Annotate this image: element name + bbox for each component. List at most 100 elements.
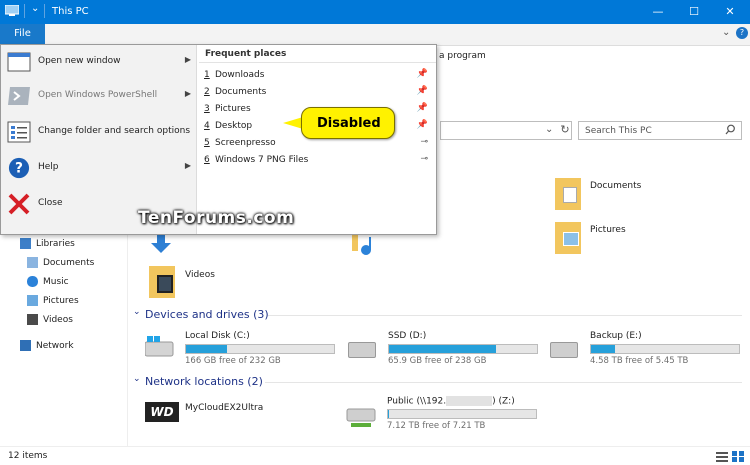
picture-thumb-icon — [563, 232, 579, 246]
search-icon[interactable] — [725, 124, 736, 135]
ribbon-partial-label[interactable]: a program — [439, 51, 486, 61]
callout-text: Disabled — [317, 116, 381, 131]
frequent-label: Windows 7 PNG Files — [215, 155, 309, 165]
title-divider-2 — [44, 4, 45, 18]
window-title: This PC — [52, 6, 89, 17]
pinned-icon[interactable]: 📌 — [417, 120, 428, 130]
folder-label: Documents — [590, 181, 642, 191]
drive-usage-bar — [387, 409, 537, 419]
frequent-number: 3 — [204, 104, 210, 114]
drive-usage-fill — [186, 345, 228, 353]
item-count: 12 items — [8, 451, 48, 461]
ribbon-expand-icon[interactable]: ⌄ — [722, 27, 730, 38]
maximize-button[interactable]: ☐ — [676, 0, 712, 24]
network-location-name: Public (\\192.) (Z:) — [387, 396, 515, 407]
file-menu: Open new window ▶ Open Windows PowerShel… — [0, 44, 437, 235]
frequent-item[interactable]: 2 Documents 📌 — [204, 84, 434, 101]
drive-usage-bar — [590, 344, 740, 354]
unpinned-icon[interactable]: ⊸ — [420, 154, 428, 164]
drive-e[interactable]: Backup (E:) 4.58 TB free of 5.45 TB — [550, 328, 745, 368]
drive-c[interactable]: Local Disk (C:) 166 GB free of 232 GB — [144, 328, 340, 368]
address-dropdown-icon[interactable]: ⌄ — [545, 124, 553, 135]
powershell-icon — [8, 87, 30, 105]
redacted-ip — [446, 396, 493, 406]
frequent-number: 5 — [204, 138, 210, 148]
minimize-button[interactable]: — — [640, 0, 676, 24]
nav-label: Music — [43, 277, 69, 287]
window-icon — [7, 52, 31, 72]
devices-divider — [268, 315, 742, 316]
network-icon — [20, 340, 31, 351]
frequent-item[interactable]: 6 Windows 7 PNG Files ⊸ — [204, 152, 434, 169]
frequent-label: Screenpresso — [215, 138, 276, 148]
drive-d[interactable]: SSD (D:) 65.9 GB free of 238 GB — [348, 328, 543, 368]
file-tab[interactable]: File — [0, 24, 45, 44]
this-pc-icon[interactable] — [5, 5, 19, 17]
drive-usage-bar — [388, 344, 538, 354]
libraries-icon — [20, 238, 31, 249]
callout-pointer — [283, 117, 303, 129]
frequent-label: Pictures — [215, 104, 251, 114]
refresh-button[interactable]: ↻ — [556, 121, 574, 140]
network-location-mycloud[interactable]: WD MyCloudEX2Ultra — [145, 398, 325, 428]
wd-logo-icon: WD — [145, 402, 179, 422]
documents-icon — [27, 257, 38, 268]
pinned-icon[interactable]: 📌 — [417, 86, 428, 96]
submenu-arrow-icon: ▶ — [184, 55, 191, 64]
network-location-name: MyCloudEX2Ultra — [185, 403, 264, 413]
quick-access-dropdown[interactable]: ⌄ — [31, 3, 39, 14]
menu-open-new-window[interactable]: Open new window ▶ — [1, 45, 197, 79]
search-input[interactable]: Search This PC — [578, 121, 742, 140]
large-icons-view-icon[interactable] — [732, 451, 744, 462]
drive-name: Backup (E:) — [590, 331, 642, 341]
watermark: TenForums.com — [138, 208, 295, 228]
help-icon: ? — [8, 157, 30, 179]
pictures-icon — [27, 295, 38, 306]
file-menu-commands: Open new window ▶ Open Windows PowerShel… — [1, 45, 197, 234]
submenu-arrow-icon: ▶ — [184, 89, 191, 98]
music-icon — [27, 276, 38, 287]
drive-name: Local Disk (C:) — [185, 331, 250, 341]
drive-usage-fill — [591, 345, 615, 353]
menu-label: Open new window — [38, 56, 121, 66]
network-location-public[interactable]: Public (\\192.) (Z:) 7.12 TB free of 7.2… — [345, 393, 545, 433]
status-bar: 12 items — [0, 446, 750, 465]
drive-usage-fill — [388, 410, 390, 418]
videos-icon — [27, 314, 38, 325]
pinned-icon[interactable]: 📌 — [417, 69, 428, 79]
close-window-button[interactable]: ✕ — [712, 0, 748, 24]
frequent-item[interactable]: 1 Downloads 📌 — [204, 67, 434, 84]
frequent-number: 6 — [204, 155, 210, 165]
drive-icon — [348, 342, 376, 358]
menu-change-options[interactable]: Change folder and search options — [1, 115, 197, 149]
drive-free-text: 7.12 TB free of 7.21 TB — [387, 421, 486, 431]
help-icon[interactable]: ? — [736, 27, 748, 39]
address-bar[interactable]: ⌄ — [440, 121, 572, 140]
unpinned-icon[interactable]: ⊸ — [420, 137, 428, 147]
nav-label: Libraries — [36, 239, 75, 249]
frequent-label: Desktop — [215, 121, 253, 131]
drive-usage-bar — [185, 344, 335, 354]
devices-header[interactable]: Devices and drives (3) — [145, 308, 269, 321]
details-view-icon[interactable] — [716, 451, 728, 462]
search-placeholder: Search This PC — [585, 126, 652, 136]
network-header[interactable]: Network locations (2) — [145, 375, 263, 388]
ribbon-tab-row: ⌄ ? — [0, 24, 750, 46]
pinned-icon[interactable]: 📌 — [417, 103, 428, 113]
drive-icon — [550, 342, 578, 358]
menu-open-powershell[interactable]: Open Windows PowerShell ▶ — [1, 79, 197, 113]
network-drive-icon — [345, 407, 377, 429]
close-icon — [8, 193, 30, 215]
frequent-number: 4 — [204, 121, 210, 131]
document-page-icon — [563, 187, 577, 203]
network-collapse-icon[interactable]: ⌄ — [133, 374, 141, 384]
menu-help[interactable]: ? Help ▶ — [1, 151, 197, 185]
network-divider — [265, 382, 742, 383]
menu-label: Help — [38, 162, 59, 172]
network-name-prefix: Public (\\192. — [387, 396, 447, 407]
menu-label: Open Windows PowerShell — [38, 90, 158, 100]
nav-label: Videos — [43, 315, 73, 325]
disabled-callout: Disabled — [301, 107, 395, 139]
devices-collapse-icon[interactable]: ⌄ — [133, 307, 141, 317]
music-note-icon — [352, 235, 378, 257]
